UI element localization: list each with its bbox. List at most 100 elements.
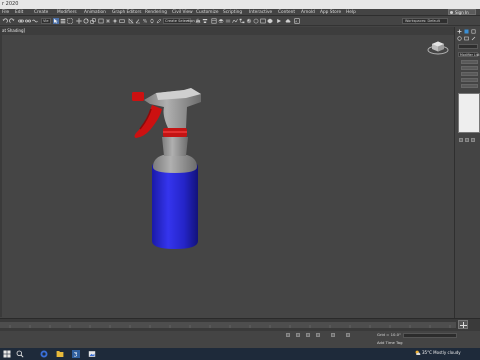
lock-selection-icon[interactable] [296,333,300,337]
render-frame-window-icon[interactable] [260,18,266,24]
search-icon[interactable] [16,350,24,358]
pin-stack-icon[interactable] [459,138,463,142]
spray-bottle-model[interactable] [124,85,214,255]
menu-app-store[interactable]: App Store [320,10,341,15]
auto-key-field[interactable] [403,333,457,338]
manipulate-icon[interactable] [112,18,118,24]
menu-modifiers[interactable]: Modifiers [57,10,77,15]
modify-tab-icon[interactable] [464,29,469,34]
select-by-name-icon[interactable] [60,18,66,24]
modifier-slot[interactable] [461,66,478,70]
viewport-header: at Shading] [0,27,454,35]
mirror-icon[interactable] [195,18,201,24]
menu-help[interactable]: Help [346,10,356,15]
pivot-center-icon[interactable] [105,18,111,24]
spinner-snap-icon[interactable] [149,18,155,24]
menu-scripting[interactable]: Scripting [223,10,242,15]
add-key-plus-icon[interactable] [458,320,468,329]
render-icon[interactable] [267,18,273,24]
link-icon[interactable] [18,18,24,24]
hierarchy-tab-icon[interactable] [471,29,476,34]
menu-graph-editors[interactable]: Graph Editors [112,10,142,15]
remove-modifier-icon[interactable] [471,138,475,142]
app-window: r 2020 File Edit Create Modifiers Animat… [0,0,480,360]
viewcube-icon[interactable] [426,35,450,57]
viewport-shading-label[interactable]: at Shading] [2,28,25,33]
material-editor-icon[interactable] [246,18,252,24]
render-setup-icon[interactable] [253,18,259,24]
percent-snap-icon[interactable]: % [142,18,148,24]
named-selection-dropdown[interactable]: Create Selection Se [163,18,200,24]
a360-gallery-icon[interactable]: A [294,18,300,24]
menu-edit[interactable]: Edit [15,10,23,15]
workspace-value: Workspaces: Default [405,19,440,23]
perspective-viewport[interactable] [2,35,454,318]
modifier-slot[interactable] [461,60,478,64]
show-end-result-icon[interactable] [465,138,469,142]
object-name-field[interactable] [458,44,478,49]
svg-text:A: A [295,19,298,23]
z-coordinate-field[interactable] [346,333,350,337]
utilities-tab-icon[interactable] [471,36,476,41]
curve-editor-icon[interactable] [232,18,238,24]
region-select-icon[interactable] [67,18,73,24]
user-icon [450,11,453,14]
photos-icon[interactable] [88,350,96,358]
selection-filter-dropdown[interactable]: Vie [41,18,51,24]
modifier-slot[interactable] [461,72,478,76]
scale-icon[interactable] [90,18,96,24]
3ds-max-icon[interactable]: 3 [72,350,80,358]
select-icon[interactable] [53,18,59,24]
menu-file[interactable]: File [2,10,9,15]
display-tab-icon[interactable] [464,36,469,41]
modifier-slot[interactable] [461,78,478,82]
svg-text:%: % [143,19,148,24]
menu-content[interactable]: Content [278,10,295,15]
bind-space-warp-icon[interactable] [32,18,38,24]
menu-civil-view[interactable]: Civil View [172,10,193,15]
ribbon-icon[interactable] [225,18,231,24]
menu-interactive[interactable]: Interactive [249,10,272,15]
keyboard-shortcut-icon[interactable] [119,18,125,24]
angle-snap-icon[interactable] [135,18,141,24]
menu-customize[interactable]: Customize [196,10,219,15]
status-bar: Grid = 10.0" Add Time Tag [0,331,480,348]
undo-icon[interactable] [2,18,8,24]
sign-in-button[interactable]: Sign In [448,9,476,15]
motion-tab-icon[interactable] [457,36,462,41]
file-explorer-icon[interactable] [56,350,64,358]
render-in-cloud-icon[interactable] [285,18,291,24]
weather-widget[interactable]: 35°C Mostly cloudy [422,350,461,355]
plus-icon[interactable] [457,29,462,34]
svg-text:3: 3 [131,19,133,23]
menu-rendering[interactable]: Rendering [145,10,167,15]
rotate-icon[interactable] [83,18,89,24]
gear-icon[interactable] [286,333,290,337]
modifier-stack[interactable] [458,93,480,133]
track-bar[interactable] [0,322,456,328]
unlink-icon[interactable] [25,18,31,24]
toggle-layer-explorer-icon[interactable] [218,18,224,24]
snap-controls [286,333,372,338]
modifier-list-dropdown[interactable]: Modifier List [458,52,479,57]
render-production-icon[interactable] [276,18,282,24]
reference-coordinate-icon[interactable] [98,18,104,24]
modifier-slot[interactable] [461,84,478,88]
redo-icon[interactable] [9,18,15,24]
absolute-mode-icon[interactable] [306,333,310,337]
menu-animation[interactable]: Animation [84,10,106,15]
schematic-view-icon[interactable] [239,18,245,24]
workspace-dropdown[interactable]: Workspaces: Default [402,18,448,24]
menu-arnold[interactable]: Arnold [301,10,315,15]
edit-named-selection-icon[interactable] [156,18,162,24]
snap-icon[interactable]: 3 [128,18,134,24]
toggle-scene-explorer-icon[interactable] [211,18,217,24]
browser-icon[interactable] [40,350,48,358]
y-coordinate-field[interactable] [331,333,335,337]
menu-create[interactable]: Create [34,10,48,15]
move-icon[interactable] [76,18,82,24]
add-time-tag-label[interactable]: Add Time Tag [377,340,402,345]
x-coordinate-field[interactable] [316,333,320,337]
windows-start-icon[interactable] [3,350,11,358]
align-icon[interactable] [202,18,208,24]
